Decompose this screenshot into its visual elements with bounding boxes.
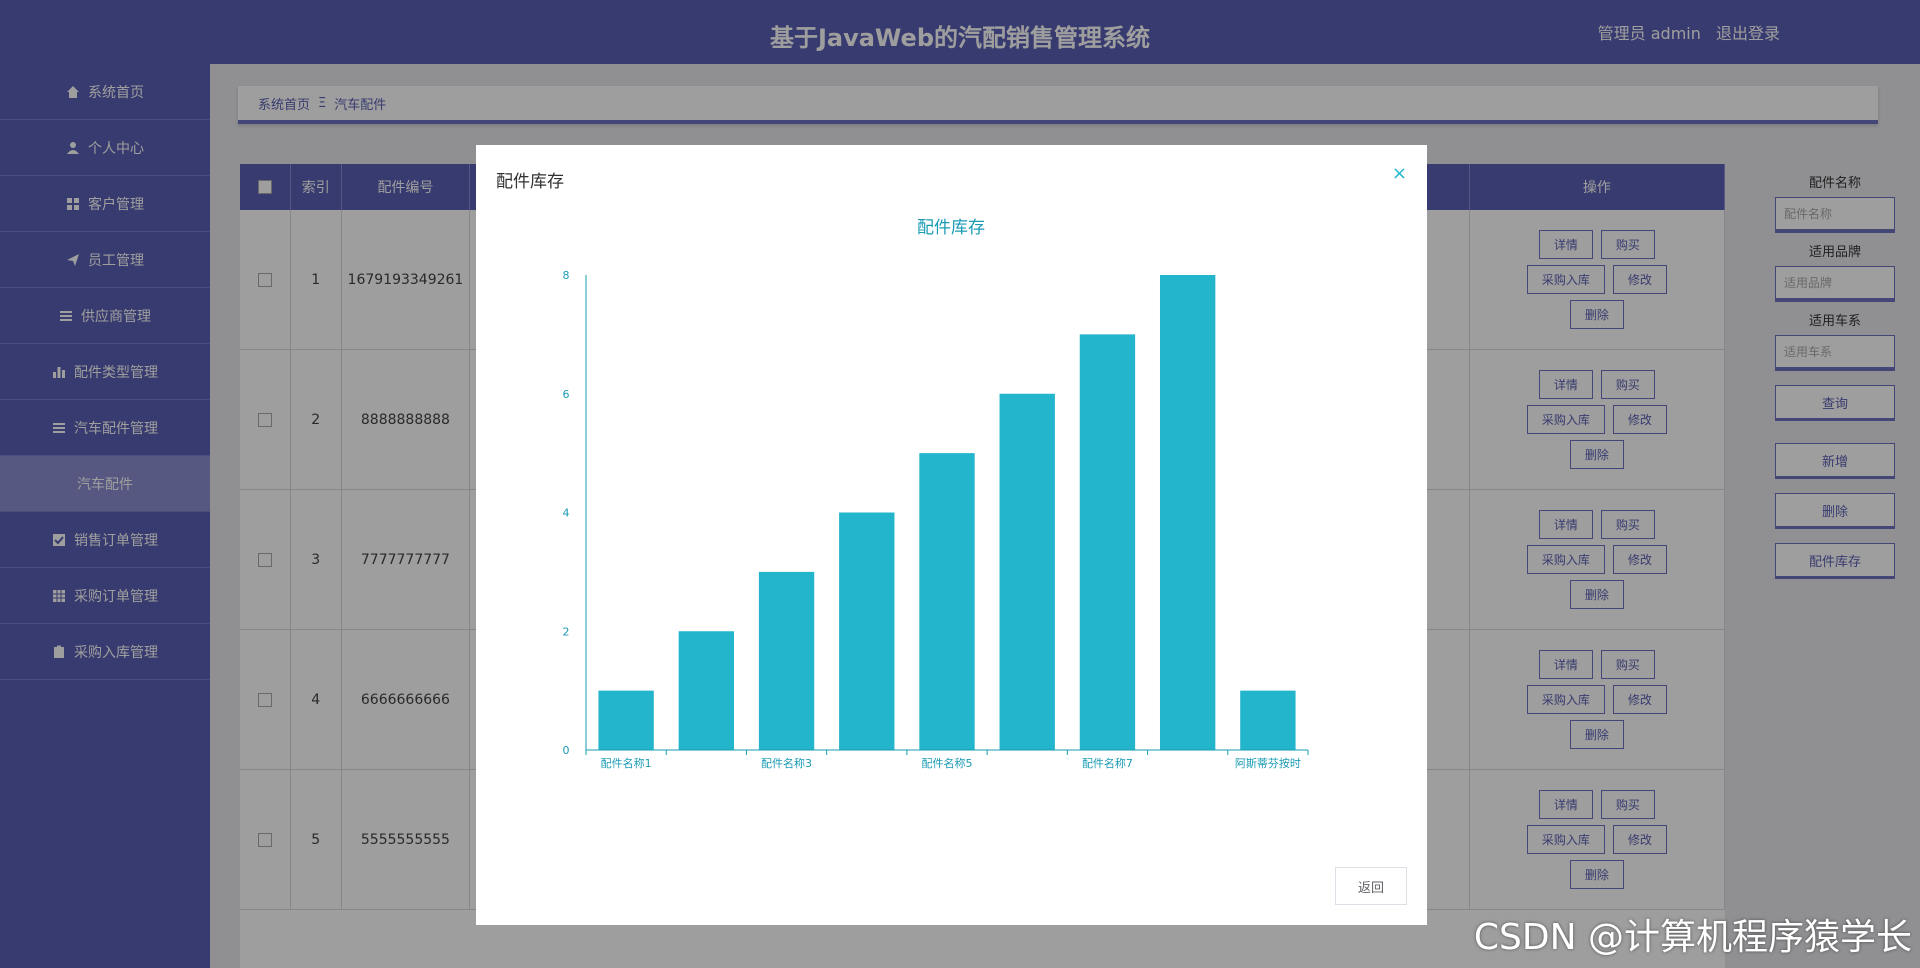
y-tick-label: 6 xyxy=(563,388,570,401)
y-tick-label: 4 xyxy=(563,507,570,520)
x-tick-label: 配件名称7 xyxy=(1082,756,1133,770)
y-tick-label: 8 xyxy=(563,269,570,282)
bar[interactable] xyxy=(1159,275,1216,750)
bar[interactable] xyxy=(999,393,1055,750)
bar[interactable] xyxy=(598,690,654,750)
x-tick-label: 阿斯蒂芬按时 xyxy=(1235,756,1301,770)
chart-title: 配件库存 xyxy=(917,218,985,238)
bar[interactable] xyxy=(1079,334,1136,750)
x-tick-label: 配件名称5 xyxy=(922,756,973,770)
bar[interactable] xyxy=(1240,690,1296,750)
x-tick-label: 配件名称1 xyxy=(601,756,652,770)
close-icon[interactable]: × xyxy=(1392,163,1407,184)
back-button[interactable]: 返回 xyxy=(1335,867,1407,905)
csdn-watermark: CSDN @计算机程序猿学长 xyxy=(1473,917,1912,958)
stock-dialog: 配件库存 × 配件库存 0 2 4 6 8 配件名称1 配件名称3 配件名称5 配件名称7 阿斯蒂… xyxy=(476,145,1427,925)
stock-bar-chart: 配件库存 0 2 4 6 8 配件名称1 配件名称3 配件名称5 配件名称7 阿斯蒂芬按时 xyxy=(563,218,1309,770)
bar[interactable] xyxy=(678,631,735,750)
y-tick-label: 0 xyxy=(563,744,570,757)
x-tick-label: 配件名称3 xyxy=(761,756,812,770)
bar[interactable] xyxy=(758,571,815,750)
bar[interactable] xyxy=(839,512,895,751)
y-tick-label: 2 xyxy=(563,625,570,638)
bar[interactable] xyxy=(919,453,975,750)
